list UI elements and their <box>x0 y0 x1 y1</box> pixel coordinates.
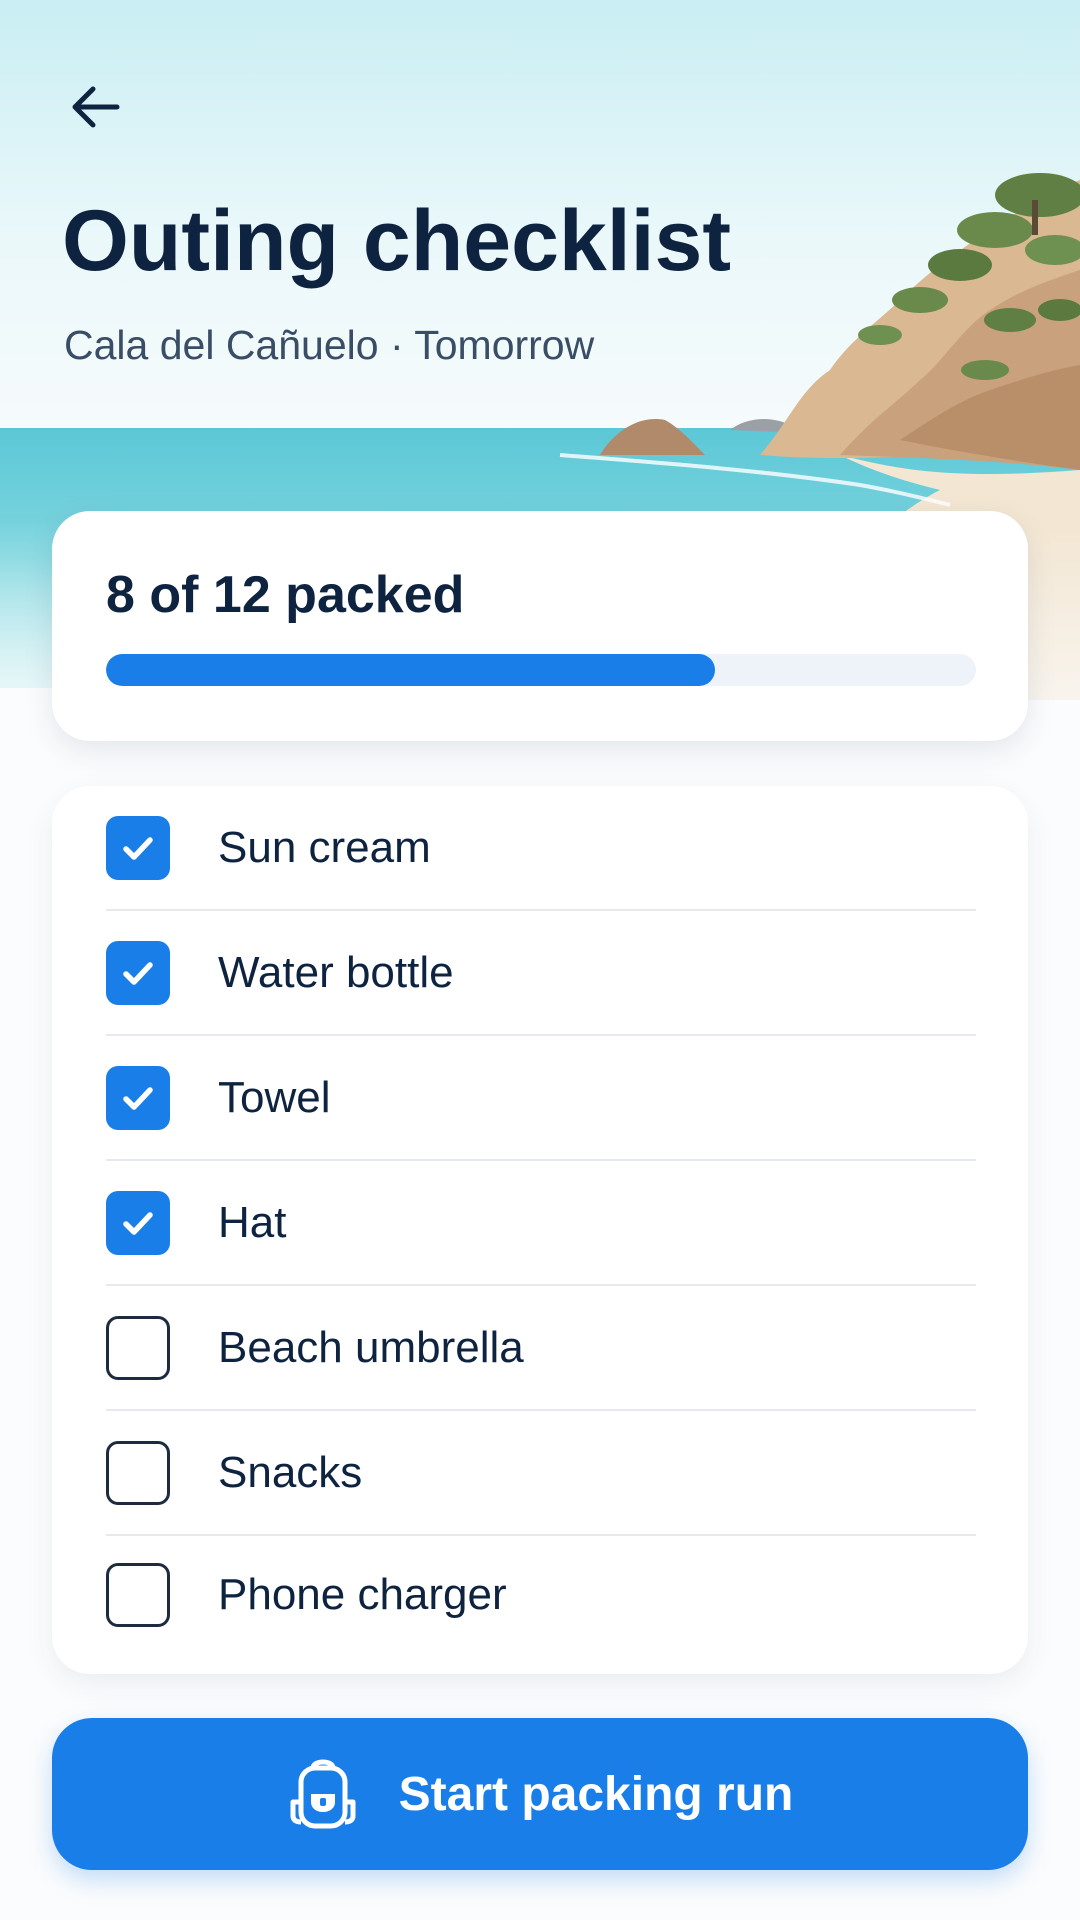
arrow-left-icon <box>72 86 120 128</box>
checkbox-checked[interactable] <box>106 940 170 1005</box>
checkmark-icon <box>123 836 153 860</box>
checkmark-icon <box>123 961 153 985</box>
checkbox-unchecked[interactable] <box>106 1315 170 1380</box>
progress-bar <box>106 654 976 686</box>
backpack-icon <box>290 1759 356 1829</box>
back-button[interactable] <box>58 70 132 144</box>
checkbox-unchecked[interactable] <box>106 1440 170 1505</box>
checklist-item[interactable]: Snacks <box>106 1411 976 1536</box>
checkbox-unchecked[interactable] <box>106 1562 170 1627</box>
checklist-item-label: Beach umbrella <box>218 1322 524 1372</box>
progress-text: 8 of 12 packed <box>106 566 465 624</box>
start-packing-run-label: Start packing run <box>398 1767 794 1821</box>
checkmark-icon <box>123 1211 153 1235</box>
checkbox-checked[interactable] <box>106 1065 170 1130</box>
checklist-item[interactable]: Towel <box>106 1036 976 1161</box>
checkbox-checked[interactable] <box>106 815 170 880</box>
start-packing-run-button[interactable]: Start packing run <box>52 1718 1028 1870</box>
checklist-item[interactable]: Hat <box>106 1161 976 1286</box>
checklist-item[interactable]: Water bottle <box>106 911 976 1036</box>
checkbox-checked[interactable] <box>106 1190 170 1255</box>
progress-card: 8 of 12 packed <box>52 511 1028 741</box>
checklist-item-label: Sun cream <box>218 822 431 872</box>
checklist-item[interactable]: Sun cream <box>106 786 976 911</box>
checkmark-icon <box>123 1086 153 1110</box>
page-title: Outing checklist <box>62 193 732 289</box>
checklist-item-label: Hat <box>218 1197 287 1247</box>
checklist-item[interactable]: Phone charger <box>106 1532 976 1657</box>
checklist-card: Sun cream Water bottle Towel Hat Beach u… <box>52 786 1028 1674</box>
checklist-item-label: Towel <box>218 1072 331 1122</box>
checklist-item[interactable]: Beach umbrella <box>106 1286 976 1411</box>
checklist-item-label: Snacks <box>218 1447 363 1497</box>
progress-bar-fill <box>106 654 715 686</box>
page-subtitle: Cala del Cañuelo · Tomorrow <box>64 322 595 368</box>
checklist-item-label: Water bottle <box>218 947 454 997</box>
checklist-item-label: Phone charger <box>218 1569 507 1619</box>
